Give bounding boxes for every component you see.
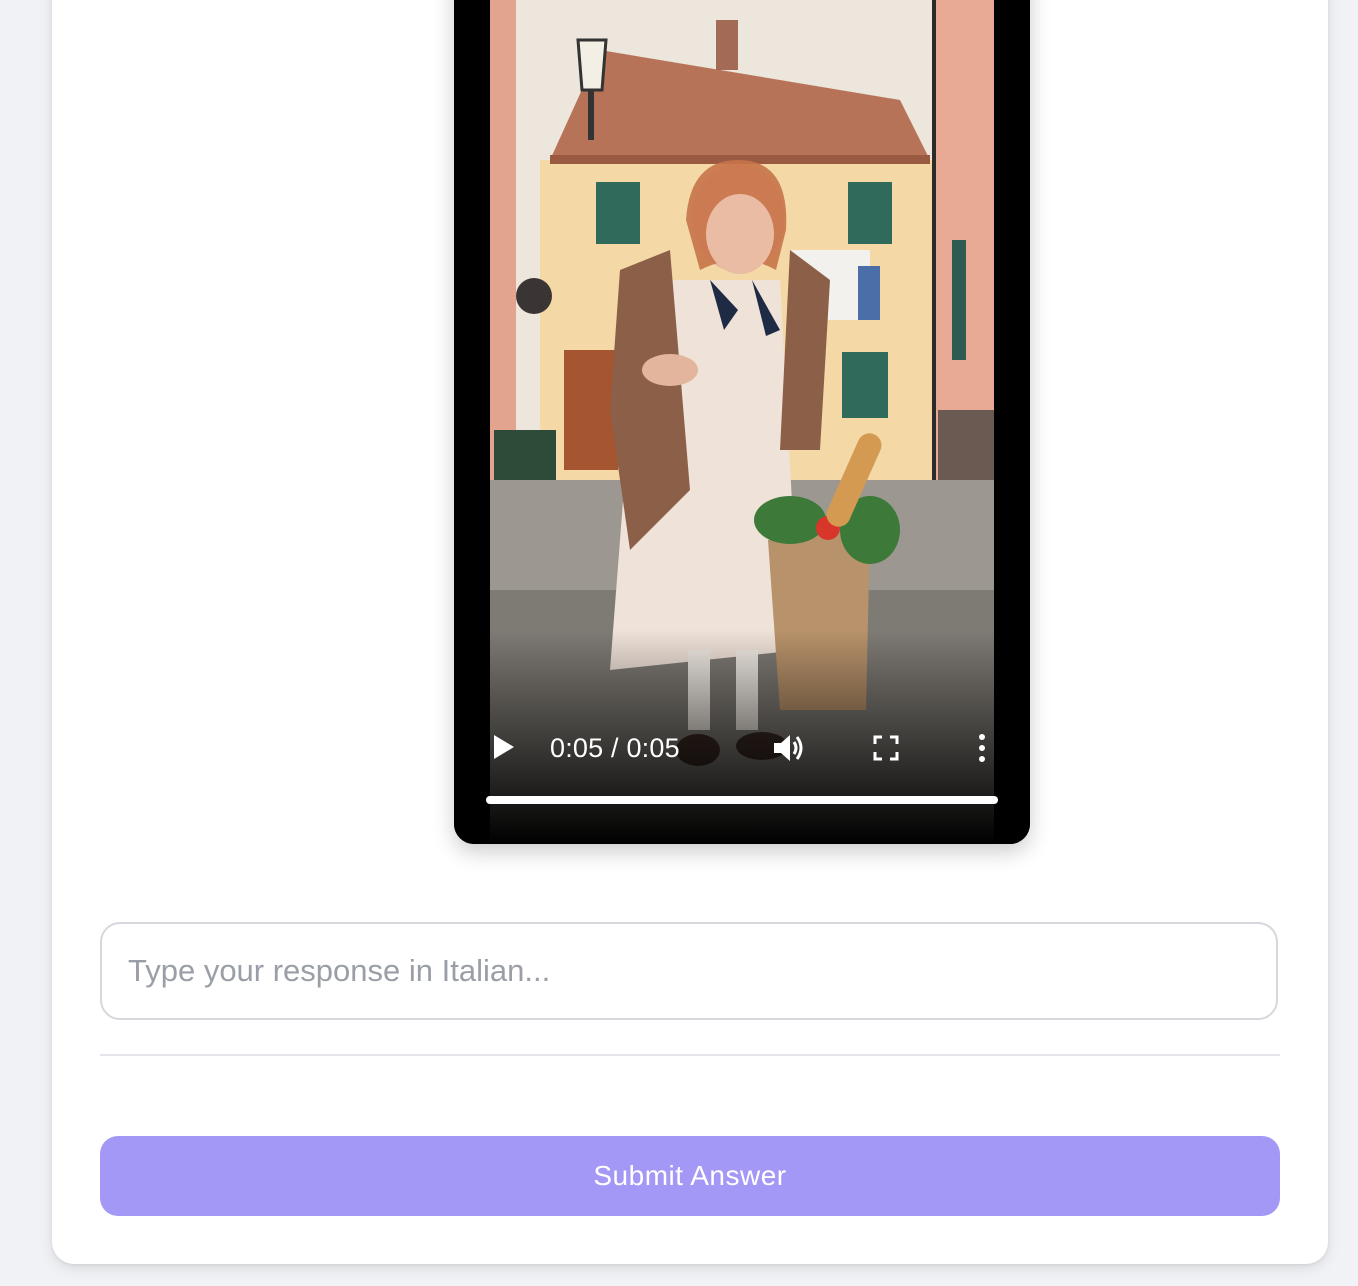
video-progress-bar[interactable] <box>486 796 998 804</box>
duration: 0:05 <box>626 733 680 763</box>
submit-answer-button[interactable]: Submit Answer <box>100 1136 1280 1216</box>
time-separator: / <box>603 733 627 763</box>
video-player[interactable]: 0:05 / 0:05 <box>454 0 1030 844</box>
play-icon[interactable] <box>490 732 518 762</box>
fullscreen-icon[interactable] <box>872 734 900 762</box>
response-input[interactable] <box>100 922 1278 1020</box>
time-display: 0:05 / 0:05 <box>550 733 680 763</box>
exercise-card: 0:05 / 0:05 Type your response in Italia… <box>52 0 1328 1264</box>
divider <box>100 1054 1280 1056</box>
more-vertical-icon[interactable] <box>974 732 990 764</box>
current-time: 0:05 <box>550 733 604 763</box>
video-controls-overlay <box>454 630 1030 844</box>
video-progress-fill <box>486 796 998 804</box>
volume-icon[interactable] <box>772 732 808 764</box>
